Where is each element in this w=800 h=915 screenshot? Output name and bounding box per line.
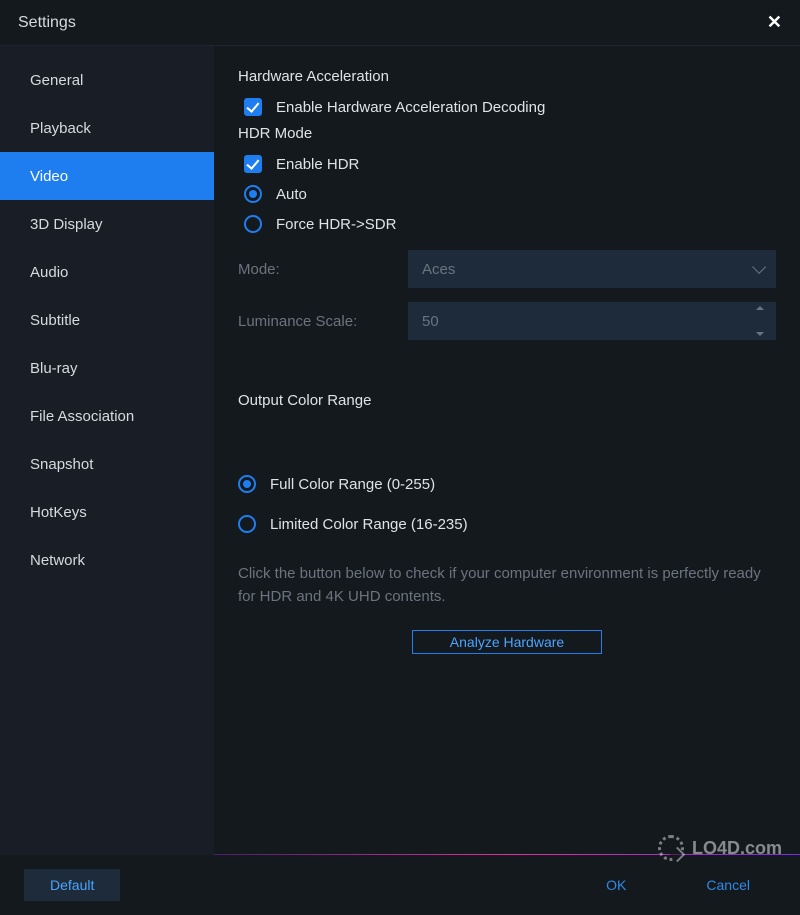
select-hdr-mode[interactable]: Aces bbox=[408, 250, 776, 288]
sidebar-item-network[interactable]: Network bbox=[0, 536, 214, 584]
label-limited-color-range: Limited Color Range (16-235) bbox=[270, 516, 468, 533]
radio-limited-color-range[interactable] bbox=[238, 515, 256, 533]
sidebar-item-subtitle[interactable]: Subtitle bbox=[0, 296, 214, 344]
sidebar-item-hotkeys[interactable]: HotKeys bbox=[0, 488, 214, 536]
settings-sidebar: GeneralPlaybackVideo3D DisplayAudioSubti… bbox=[0, 46, 214, 855]
sidebar-item-3d-display[interactable]: 3D Display bbox=[0, 200, 214, 248]
sidebar-item-playback[interactable]: Playback bbox=[0, 104, 214, 152]
luminance-scale-value: 50 bbox=[422, 313, 439, 330]
label-hdr-force-sdr: Force HDR->SDR bbox=[276, 216, 396, 233]
divider-gradient bbox=[214, 854, 800, 855]
sidebar-item-blu-ray[interactable]: Blu-ray bbox=[0, 344, 214, 392]
section-hardware-acceleration: Hardware Acceleration bbox=[238, 68, 776, 85]
input-luminance-scale[interactable]: 50 bbox=[408, 302, 776, 340]
radio-hdr-auto[interactable] bbox=[244, 185, 262, 203]
label-mode: Mode: bbox=[238, 261, 408, 278]
checkbox-enable-hdr[interactable] bbox=[244, 155, 262, 173]
checkbox-enable-hw-accel[interactable] bbox=[244, 98, 262, 116]
label-luminance-scale: Luminance Scale: bbox=[238, 313, 408, 330]
default-button[interactable]: Default bbox=[24, 869, 120, 901]
sidebar-item-video[interactable]: Video bbox=[0, 152, 214, 200]
sidebar-item-file-association[interactable]: File Association bbox=[0, 392, 214, 440]
radio-hdr-force-sdr[interactable] bbox=[244, 215, 262, 233]
settings-panel-video: Hardware Acceleration Enable Hardware Ac… bbox=[214, 46, 800, 855]
sidebar-item-audio[interactable]: Audio bbox=[0, 248, 214, 296]
chevron-down-icon bbox=[752, 260, 766, 274]
hint-analyze-hardware: Click the button below to check if your … bbox=[238, 563, 776, 608]
section-hdr-mode: HDR Mode bbox=[238, 125, 776, 142]
section-output-color-range: Output Color Range bbox=[238, 392, 776, 409]
label-enable-hdr: Enable HDR bbox=[276, 156, 359, 173]
radio-full-color-range[interactable] bbox=[238, 475, 256, 493]
label-enable-hw-accel: Enable Hardware Acceleration Decoding bbox=[276, 99, 545, 116]
label-hdr-auto: Auto bbox=[276, 186, 307, 203]
window-title: Settings bbox=[18, 14, 76, 32]
spinner-down-icon[interactable] bbox=[756, 332, 764, 336]
ok-button[interactable]: OK bbox=[580, 869, 652, 901]
cancel-button[interactable]: Cancel bbox=[680, 869, 776, 901]
label-full-color-range: Full Color Range (0-255) bbox=[270, 476, 435, 493]
select-hdr-mode-value: Aces bbox=[422, 261, 455, 278]
close-button[interactable]: ✕ bbox=[767, 12, 782, 33]
sidebar-item-snapshot[interactable]: Snapshot bbox=[0, 440, 214, 488]
spinner-up-icon[interactable] bbox=[756, 306, 764, 310]
analyze-hardware-button[interactable]: Analyze Hardware bbox=[412, 630, 602, 654]
sidebar-item-general[interactable]: General bbox=[0, 56, 214, 104]
